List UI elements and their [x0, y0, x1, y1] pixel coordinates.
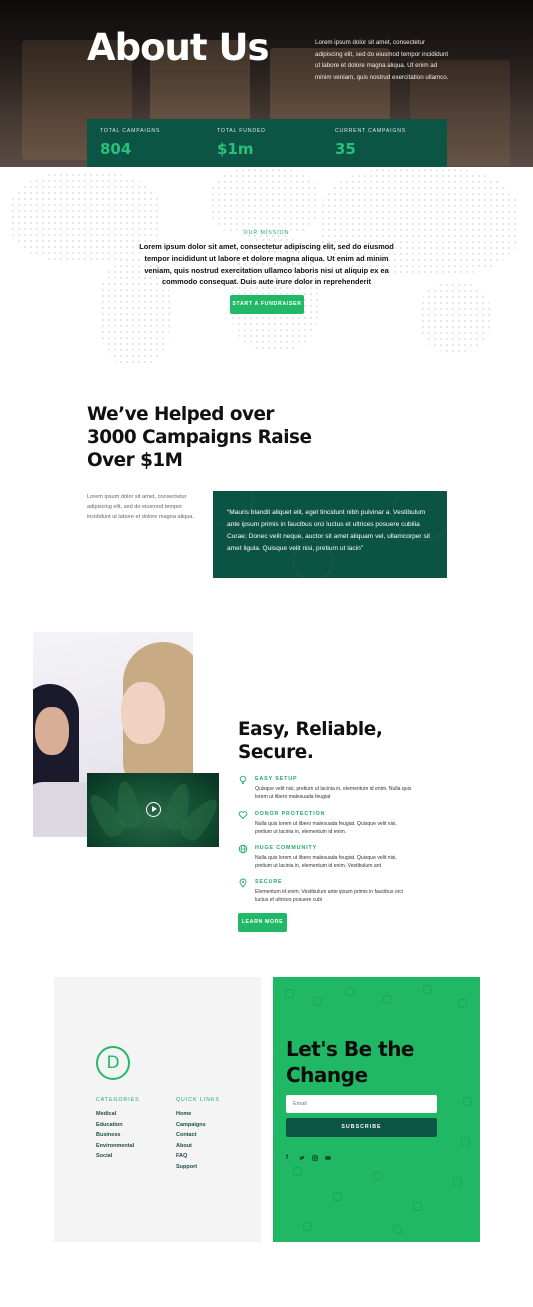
feature-text: Nulla quis lorem ut libero malesuada feu… [255, 855, 397, 869]
testimonial-quote-box: “Mauris blandit aliquet elit, eget tinci… [213, 491, 447, 578]
email-input[interactable] [286, 1095, 437, 1113]
brand-logo[interactable]: D [96, 1046, 130, 1080]
stat-value: 35 [335, 140, 356, 158]
pattern-icon [423, 985, 432, 994]
stat-total-campaigns: TOTAL CAMPAIGNS 804 [100, 128, 160, 158]
photo-shape [121, 682, 165, 744]
category-link-social[interactable]: Social [96, 1151, 134, 1162]
photo-shape [35, 707, 69, 755]
feature-title: HUGE COMMUNITY [255, 845, 318, 851]
pattern-icon [453, 1177, 462, 1186]
quick-link-faq[interactable]: FAQ [176, 1151, 206, 1162]
pattern-icon [285, 989, 294, 998]
pattern-icon [345, 987, 354, 996]
feature-text: Nulla quis lorem ut libero malesuada feu… [255, 821, 397, 835]
globe-icon [238, 844, 248, 854]
category-link-education[interactable]: Education [96, 1120, 134, 1131]
subscribe-button[interactable]: SUBSCRIBE [286, 1118, 437, 1137]
start-fundraiser-button[interactable]: START A FUNDRAISER [230, 295, 304, 314]
quick-link-campaigns[interactable]: Campaigns [176, 1120, 206, 1131]
pattern-icon [293, 1167, 302, 1176]
pattern-icon [333, 1192, 342, 1201]
category-link-business[interactable]: Business [96, 1130, 134, 1141]
newsletter-heading: Let's Be the Change [286, 1037, 415, 1087]
pattern-icon [458, 999, 467, 1008]
feature-text: Elementum id enim. Vestibulum ante ipsum… [255, 889, 404, 903]
pattern-icon [393, 1225, 402, 1234]
location-pin-icon [238, 878, 248, 888]
quick-link-home[interactable]: Home [176, 1109, 206, 1120]
stats-bar: TOTAL CAMPAIGNS 804 TOTAL FUNDED $1m CUR… [87, 119, 447, 167]
pattern-icon [373, 1172, 382, 1181]
stat-total-funded: TOTAL FUNDED $1m [217, 128, 266, 158]
mission-text: Lorem ipsum dolor sit amet, consectetur … [139, 242, 394, 287]
categories-heading: CATEGORIES [96, 1097, 140, 1103]
easy-heading: Easy, Reliable, Secure. [238, 719, 383, 763]
quick-link-about[interactable]: About [176, 1141, 206, 1152]
youtube-icon[interactable] [325, 1155, 331, 1163]
category-link-environmental[interactable]: Environmental [96, 1141, 134, 1152]
pattern-icon [383, 995, 392, 1004]
hero-description: Lorem ipsum dolor sit amet, consectetur … [315, 39, 449, 81]
mission-label: OUR MISSION [243, 230, 290, 236]
feature-title: EASY SETUP [255, 776, 298, 782]
helped-text: Lorem ipsum dolor sit amet, consectetur … [87, 494, 194, 520]
categories-list: Medical Education Business Environmental… [96, 1109, 134, 1162]
twitter-icon[interactable] [299, 1155, 305, 1163]
quick-links-list: Home Campaigns Contact About FAQ Support [176, 1109, 206, 1173]
feature-title: SECURE [255, 879, 283, 885]
pattern-icon [463, 1097, 472, 1106]
quick-links-heading: QUICK LINKS [176, 1097, 220, 1103]
pattern-icon [303, 1222, 312, 1231]
quick-link-support[interactable]: Support [176, 1162, 206, 1173]
heart-icon [238, 810, 248, 820]
stat-label: TOTAL FUNDED [217, 128, 266, 134]
page-title: About Us [87, 26, 270, 69]
feature-title: DONOR PROTECTION [255, 811, 326, 817]
helped-heading: We’ve Helped over 3000 Campaigns Raise O… [87, 404, 312, 471]
feature-text: Quisque velit nisi, pretium ut lacinia i… [255, 786, 412, 800]
quote-text: “Mauris blandit aliquet elit, eget tinci… [227, 509, 431, 552]
category-link-medical[interactable]: Medical [96, 1109, 134, 1120]
pattern-icon [313, 997, 322, 1006]
learn-more-button[interactable]: LEARN MORE [238, 913, 287, 932]
pattern-icon [413, 1202, 422, 1211]
stat-current-campaigns: CURRENT CAMPAIGNS 35 [335, 128, 406, 158]
stat-value: $1m [217, 140, 254, 158]
instagram-icon[interactable] [312, 1155, 318, 1163]
stat-value: 804 [100, 140, 132, 158]
play-icon[interactable] [146, 802, 161, 817]
map-dots [210, 167, 320, 237]
quick-link-contact[interactable]: Contact [176, 1130, 206, 1141]
stat-label: CURRENT CAMPAIGNS [335, 128, 407, 134]
stat-label: TOTAL CAMPAIGNS [100, 128, 161, 134]
pattern-icon [461, 1137, 470, 1146]
video-thumbnail[interactable] [87, 773, 219, 847]
footer-links-panel [54, 977, 261, 1242]
lightbulb-icon [238, 775, 248, 785]
facebook-icon[interactable]: f [286, 1155, 288, 1161]
map-dots [420, 282, 490, 352]
